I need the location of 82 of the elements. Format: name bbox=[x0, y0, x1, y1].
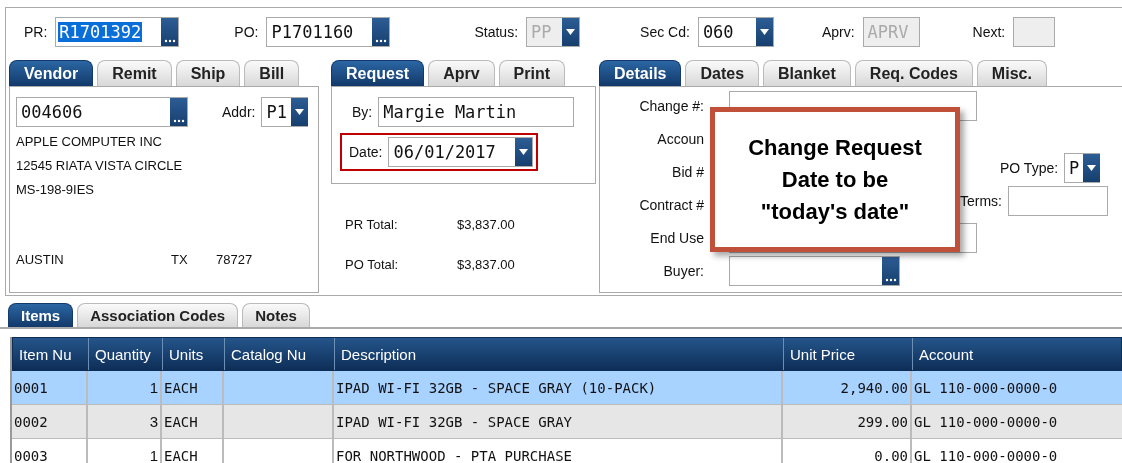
table-row[interactable]: 0001 1 EACH IPAD WI-FI 32GB - SPACE GRAY (10-PACK) 2,940.00 GL 110-000-0000-0 bbox=[12, 371, 1122, 405]
table-cell: GL 110-000-0000-0 bbox=[912, 439, 1122, 463]
total-label: PR Total: bbox=[345, 216, 399, 232]
tab[interactable]: Print bbox=[498, 60, 566, 86]
ellipsis-icon bbox=[172, 119, 185, 123]
tab[interactable]: Items bbox=[8, 303, 74, 327]
caret-icon bbox=[519, 149, 529, 155]
zip-text: 78727 bbox=[216, 252, 253, 267]
input-field[interactable] bbox=[1008, 186, 1108, 216]
total-label: PO Total: bbox=[345, 256, 400, 272]
column-header[interactable]: Description bbox=[335, 338, 784, 370]
column-header[interactable]: Unit Price bbox=[784, 338, 913, 370]
column-header[interactable]: Quantity bbox=[89, 338, 163, 370]
table-cell: 0003 bbox=[12, 439, 88, 463]
column-header[interactable]: Account bbox=[913, 338, 1122, 370]
field-label: End Use bbox=[649, 229, 704, 246]
tab[interactable]: Aprv bbox=[428, 60, 495, 86]
field-label: Accoun bbox=[656, 130, 704, 147]
field-label: PO: bbox=[234, 24, 259, 40]
input-field[interactable]: R1701392 bbox=[55, 17, 180, 47]
field-label: Status: bbox=[474, 24, 519, 40]
tab[interactable]: Req. Codes bbox=[854, 60, 973, 86]
field-label: Terms: bbox=[960, 193, 1002, 209]
dropdown-button[interactable] bbox=[755, 18, 773, 46]
input-field[interactable]: Margie Martin bbox=[378, 97, 575, 127]
tab[interactable]: Misc. bbox=[976, 60, 1047, 86]
field-label: Next: bbox=[972, 24, 1006, 40]
field-label: Contract # bbox=[638, 196, 704, 213]
address-line: MS-198-9IES bbox=[16, 181, 96, 199]
caret-icon bbox=[759, 29, 769, 35]
caret-icon bbox=[1087, 165, 1097, 171]
table-cell: FOR NORTHWOOD - PTA PURCHASE bbox=[334, 439, 783, 463]
field-label: Date: bbox=[349, 144, 383, 160]
column-header[interactable]: Item Nu bbox=[13, 338, 89, 370]
ellipsis-icon bbox=[374, 39, 387, 43]
address-line: 12545 RIATA VISTA CIRCLE bbox=[16, 157, 184, 175]
ellipsis-icon bbox=[884, 277, 897, 282]
input-field[interactable]: 060 bbox=[697, 17, 774, 47]
address-line: APPLE COMPUTER INC bbox=[16, 133, 163, 151]
field-label: Bid # bbox=[671, 163, 704, 180]
column-header[interactable]: Units bbox=[163, 338, 225, 370]
tab[interactable]: Association Codes bbox=[77, 303, 239, 327]
input-field[interactable]: P1701160 bbox=[266, 17, 391, 47]
caret-icon bbox=[566, 29, 576, 35]
lookup-button[interactable] bbox=[170, 98, 187, 126]
tab[interactable]: Bill bbox=[244, 60, 300, 86]
caret-icon bbox=[294, 109, 304, 115]
field-label: Addr: bbox=[222, 104, 256, 120]
table-row[interactable]: 0002 3 EACH IPAD WI-FI 32GB - SPACE GRAY 299.00 GL 110-000-0000-0 bbox=[12, 405, 1122, 439]
state-text: TX bbox=[171, 252, 189, 267]
field-label: Sec Cd: bbox=[640, 24, 690, 40]
ellipsis-icon bbox=[163, 39, 176, 43]
lookup-button[interactable] bbox=[882, 256, 899, 285]
input-field[interactable] bbox=[729, 255, 900, 286]
city-text: AUSTIN bbox=[16, 252, 65, 267]
field-label: Buyer: bbox=[662, 262, 704, 279]
field-label: PR: bbox=[24, 24, 48, 40]
column-header[interactable]: Catalog Nu bbox=[225, 338, 335, 370]
tab[interactable]: Remit bbox=[97, 60, 172, 86]
tab[interactable]: Details bbox=[599, 60, 682, 86]
lookup-button[interactable] bbox=[372, 18, 390, 46]
tab[interactable]: Ship bbox=[175, 60, 241, 86]
callout-tooltip: Change Request Date to be "today's date" bbox=[710, 107, 960, 252]
field-label: Change #: bbox=[638, 97, 704, 114]
tab[interactable]: Blanket bbox=[763, 60, 851, 86]
lookup-button[interactable] bbox=[161, 18, 179, 46]
total-value: $3,837.00 bbox=[457, 216, 515, 232]
total-value: $3,837.00 bbox=[457, 256, 515, 272]
input-field[interactable]: 004606 bbox=[16, 97, 188, 127]
table-cell: 1 bbox=[88, 439, 162, 463]
tab[interactable]: Vendor bbox=[9, 60, 94, 86]
field-label: PO Type: bbox=[1000, 160, 1059, 176]
tab[interactable]: Dates bbox=[685, 60, 760, 86]
field-label: By: bbox=[352, 104, 373, 120]
dropdown-field[interactable]: P1 bbox=[261, 97, 309, 127]
tab[interactable]: Notes bbox=[242, 303, 310, 327]
date-field[interactable]: 06/01/2017 bbox=[388, 137, 534, 167]
dropdown-field[interactable]: P bbox=[1064, 153, 1101, 183]
field-label: Aprv: bbox=[821, 24, 855, 40]
table-cell: 0.00 bbox=[783, 439, 912, 463]
table-cell: EACH bbox=[162, 439, 224, 463]
tab[interactable]: Request bbox=[331, 60, 425, 86]
